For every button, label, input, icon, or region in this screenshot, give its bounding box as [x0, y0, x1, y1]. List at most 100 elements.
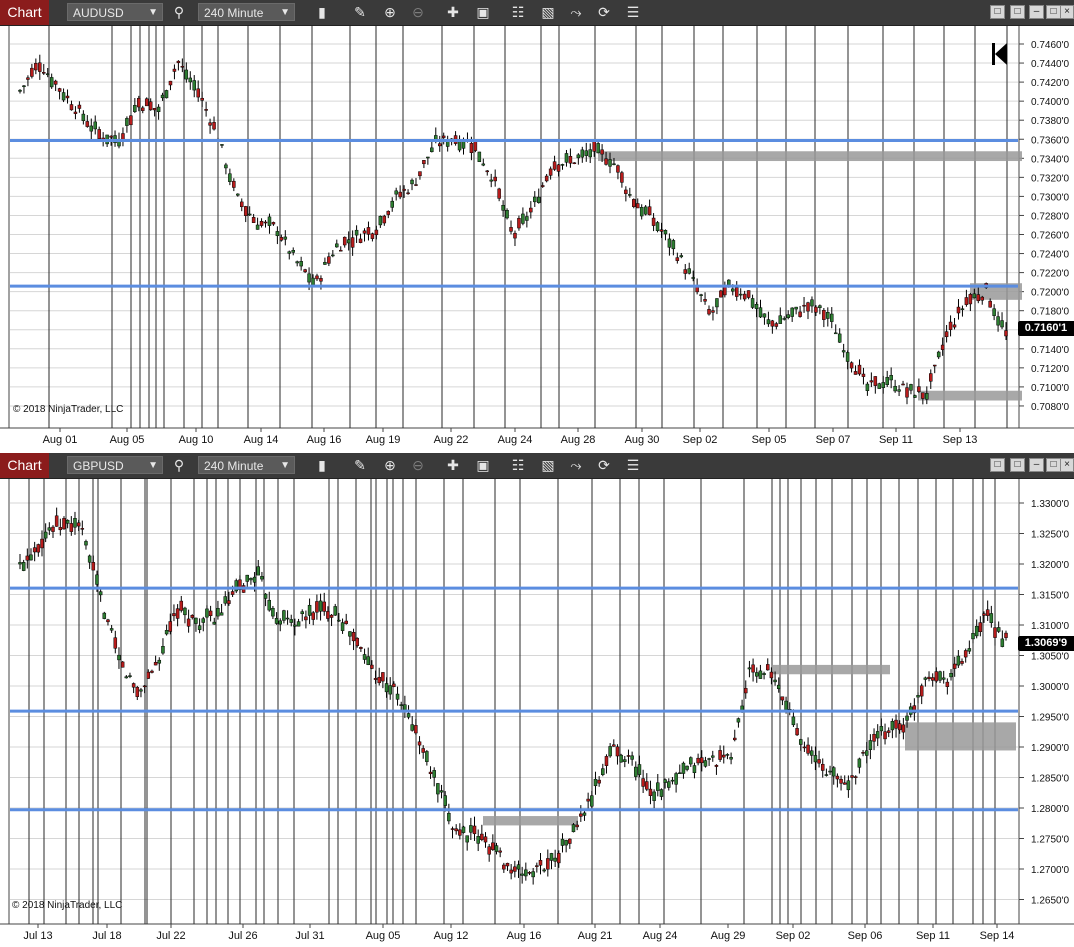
minimize-button[interactable]: –: [1029, 5, 1044, 19]
tile-left-button[interactable]: □: [990, 458, 1005, 472]
chart-canvas[interactable]: 0.7460'0 0.7440'0 0.7420'0 0.7400'0 0.7380'0…: [0, 26, 1074, 453]
candle-body: [540, 185, 545, 187]
bar-type-icon[interactable]: ▮: [312, 456, 332, 474]
candle-body: [864, 750, 869, 756]
candle-body: [414, 184, 418, 186]
refresh-icon[interactable]: ⟳: [594, 3, 614, 21]
search-icon[interactable]: ⚲: [169, 456, 189, 474]
indicators-icon[interactable]: ☷: [508, 456, 528, 474]
candle-body: [373, 678, 378, 680]
drawing-tools-icon[interactable]: ⤳: [566, 3, 586, 21]
maximize-button[interactable]: □: [1046, 5, 1061, 19]
candle-body: [652, 791, 656, 801]
y-tick-label: 0.7320'0: [1031, 173, 1069, 184]
indicators-icon[interactable]: ☷: [508, 3, 528, 21]
candle-body: [61, 92, 66, 101]
candle-body: [137, 98, 141, 108]
candle-body: [240, 201, 244, 208]
candle-body: [849, 362, 854, 369]
candle-body: [810, 299, 814, 307]
price-chart-audusd[interactable]: 0.7460'0 0.7440'0 0.7420'0 0.7400'0 0.7380'0…: [0, 26, 1074, 453]
candle-body: [576, 154, 581, 159]
properties-icon[interactable]: ☰: [623, 456, 643, 474]
candle-body: [144, 98, 149, 107]
close-button[interactable]: ×: [1060, 458, 1074, 472]
zoom-out-icon[interactable]: ⊖: [408, 3, 428, 21]
zoom-in-icon[interactable]: ⊕: [380, 456, 400, 474]
candle-body: [802, 746, 807, 749]
x-tick-label: Jul 26: [228, 930, 257, 942]
candle-body: [303, 269, 307, 273]
candle-body: [960, 661, 964, 664]
y-tick-label: 1.3000'0: [1031, 682, 1069, 693]
refresh-icon[interactable]: ⟳: [594, 456, 614, 474]
candle-body: [501, 204, 505, 211]
zoom-out-icon[interactable]: ⊖: [408, 456, 428, 474]
interval-selector[interactable]: 240 Minute ▼: [198, 3, 295, 21]
candle-body: [770, 320, 775, 327]
y-tick-label: 0.7400'0: [1031, 97, 1069, 108]
candle-body: [487, 846, 491, 855]
candle-body: [342, 236, 347, 246]
candle-body: [936, 351, 941, 358]
candle-body: [494, 845, 499, 852]
maximize-button[interactable]: □: [1046, 458, 1061, 472]
strategies-icon[interactable]: ▧: [538, 3, 558, 21]
chart-panel-audusd: Chart AUDUSD ▼ ⚲ 240 Minute ▼ ▮ ✎ ⊕ ⊖ ✚ …: [0, 0, 1074, 453]
candle-body: [1004, 632, 1008, 638]
chart-tab[interactable]: Chart: [0, 0, 49, 25]
candle-body: [362, 654, 367, 660]
x-tick-label: Sep 13: [943, 434, 978, 446]
drawing-tools-icon[interactable]: ⤳: [566, 456, 586, 474]
minimize-button[interactable]: –: [1029, 458, 1044, 472]
candle-body: [747, 667, 752, 670]
interval-selector[interactable]: 240 Minute ▼: [198, 456, 295, 474]
candle-body: [683, 269, 688, 274]
candle-body: [89, 125, 94, 132]
candle-body: [322, 601, 326, 612]
y-tick-label: 1.2950'0: [1031, 713, 1069, 724]
chart-toolbar: Chart GBPUSD ▼ ⚲ 240 Minute ▼ ▮ ✎ ⊕ ⊖ ✚ …: [0, 453, 1074, 479]
candle-body: [255, 224, 260, 230]
x-tick-label: Aug 16: [507, 930, 542, 942]
tile-right-button[interactable]: □: [1010, 5, 1025, 19]
candle-body: [388, 685, 392, 695]
candle-body: [243, 206, 248, 216]
candle-body: [509, 227, 513, 232]
properties-icon[interactable]: ☰: [623, 3, 643, 21]
pencil-icon[interactable]: ✎: [350, 3, 370, 21]
candle-body: [311, 277, 315, 286]
x-tick-label: Aug 22: [434, 434, 469, 446]
search-icon[interactable]: ⚲: [169, 3, 189, 21]
candle-body: [192, 80, 196, 91]
instrument-selector[interactable]: GBPUSD ▼: [67, 456, 163, 474]
candle-body: [152, 108, 157, 111]
data-box-icon[interactable]: ▣: [473, 3, 493, 21]
x-tick-label: Aug 21: [578, 930, 613, 942]
data-box-icon[interactable]: ▣: [473, 456, 493, 474]
chart-tab[interactable]: Chart: [0, 453, 49, 478]
crosshair-icon[interactable]: ✚: [443, 456, 463, 474]
close-button[interactable]: ×: [1060, 5, 1074, 19]
zoom-in-icon[interactable]: ⊕: [380, 3, 400, 21]
tile-right-button[interactable]: □: [1010, 458, 1025, 472]
bar-type-icon[interactable]: ▮: [312, 3, 332, 21]
instrument-selector[interactable]: AUDUSD ▼: [67, 3, 163, 21]
candle-body: [651, 217, 656, 226]
price-chart-gbpusd[interactable]: 1.3300'0 1.3250'0 1.3200'0 1.3150'0 1.3100'0…: [0, 479, 1074, 947]
interval-value: 240 Minute: [204, 459, 264, 473]
candle-body: [473, 140, 478, 151]
crosshair-icon[interactable]: ✚: [443, 3, 463, 21]
candle-body: [212, 621, 217, 625]
candle-body: [586, 798, 590, 802]
candle-body: [493, 176, 497, 182]
candle-body: [120, 661, 125, 668]
candle-body: [893, 385, 897, 392]
candle-body: [817, 759, 821, 764]
candle-body: [81, 113, 86, 121]
candle-body: [538, 860, 543, 866]
strategies-icon[interactable]: ▧: [538, 456, 558, 474]
chart-canvas[interactable]: 1.3300'0 1.3250'0 1.3200'0 1.3150'0 1.3100'0…: [0, 479, 1074, 947]
tile-left-button[interactable]: □: [990, 5, 1005, 19]
pencil-icon[interactable]: ✎: [350, 456, 370, 474]
